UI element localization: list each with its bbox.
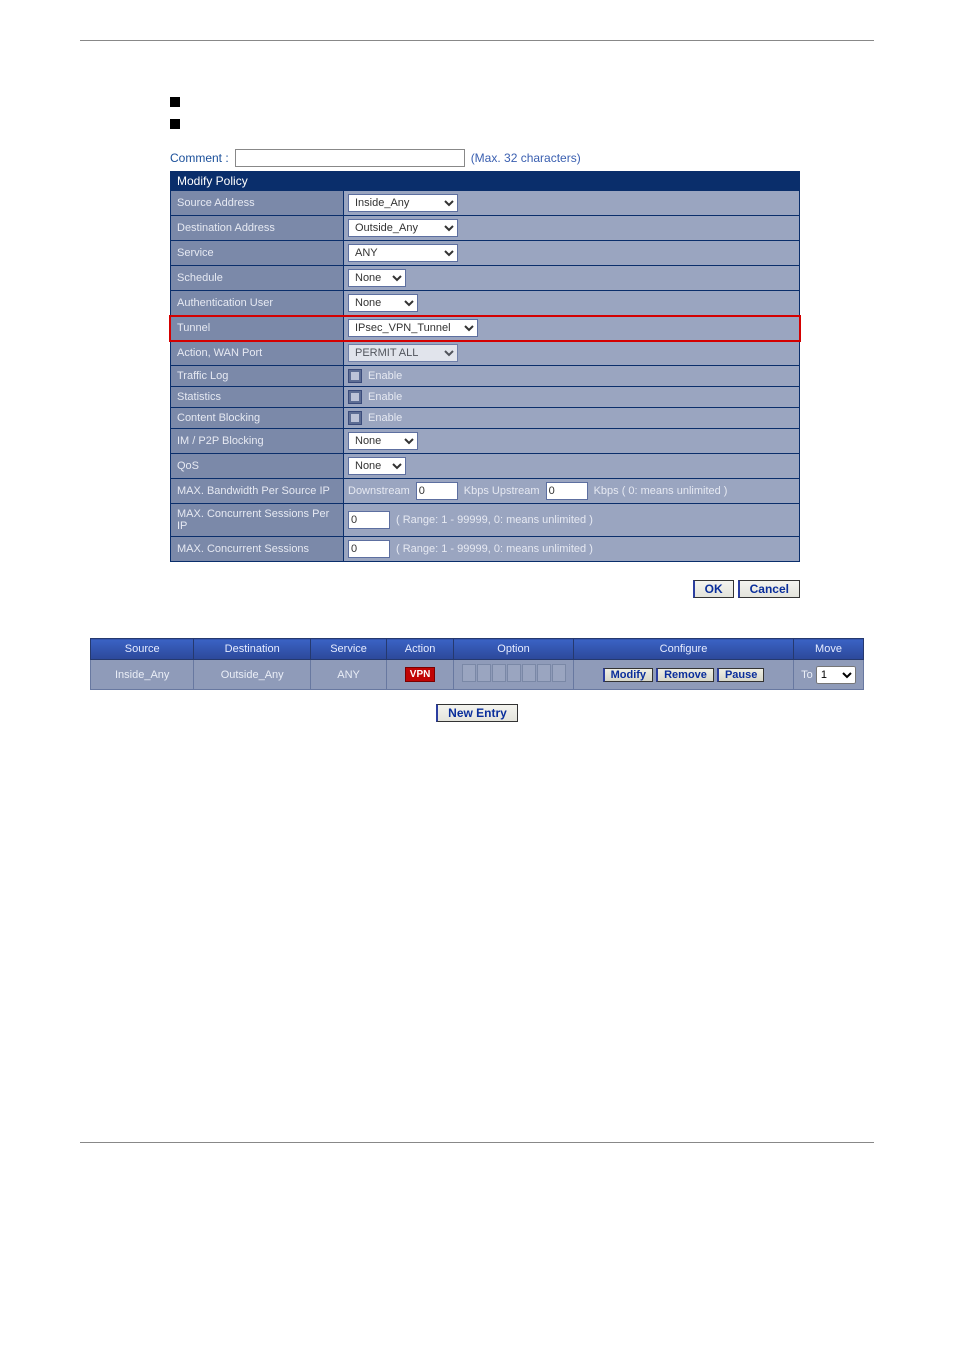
input-max-sessions[interactable]	[348, 540, 390, 558]
th-option: Option	[454, 639, 574, 660]
label-dest-address: Destination Address	[171, 216, 344, 240]
input-max-sessions-ip[interactable]	[348, 511, 390, 529]
cell-configure: Modify Remove Pause	[574, 660, 794, 690]
th-move: Move	[794, 639, 864, 660]
row-dest-address: Destination Address Outside_Any	[170, 216, 800, 241]
th-action: Action	[387, 639, 454, 660]
section-title: Modify Policy	[170, 171, 800, 191]
select-action-wan: PERMIT ALL	[348, 344, 458, 362]
text-enable: Enable	[368, 370, 402, 382]
row-service: Service ANY	[170, 241, 800, 266]
policy-table: Source Destination Service Action Option…	[90, 638, 864, 690]
policy-form: Comment : (Max. 32 characters) Modify Po…	[170, 145, 800, 562]
vpn-badge-icon: VPN	[405, 667, 436, 682]
th-configure: Configure	[574, 639, 794, 660]
row-statistics: Statistics Enable	[170, 387, 800, 408]
input-downstream[interactable]	[416, 482, 458, 500]
label-max-sessions-ip: MAX. Concurrent Sessions Per IP	[171, 504, 344, 536]
modify-button[interactable]: Modify	[603, 668, 653, 682]
comment-label: Comment :	[170, 151, 229, 165]
cell-option	[454, 660, 574, 690]
label-content-blocking: Content Blocking	[171, 408, 344, 428]
comment-input[interactable]	[235, 149, 465, 167]
cell-service: ANY	[310, 660, 386, 690]
hint-sessions: ( Range: 1 - 99999, 0: means unlimited )	[396, 543, 593, 555]
label-qos: QoS	[171, 454, 344, 478]
row-traffic-log: Traffic Log Enable	[170, 366, 800, 387]
comment-max-hint: (Max. 32 characters)	[471, 151, 581, 165]
remove-button[interactable]: Remove	[656, 668, 714, 682]
bullet-list	[170, 91, 874, 135]
select-tunnel[interactable]: IPsec_VPN_Tunnel	[348, 319, 478, 337]
input-upstream[interactable]	[546, 482, 588, 500]
select-schedule[interactable]: None	[348, 269, 406, 287]
cell-move: To 1	[794, 660, 864, 690]
label-traffic-log: Traffic Log	[171, 366, 344, 386]
row-content-blocking: Content Blocking Enable	[170, 408, 800, 429]
hint-sessions: ( Range: 1 - 99999, 0: means unlimited )	[396, 514, 593, 526]
hint-bandwidth: Kbps ( 0: means unlimited )	[594, 485, 728, 497]
select-qos[interactable]: None	[348, 457, 406, 475]
select-im-p2p[interactable]: None	[348, 432, 418, 450]
table-header-row: Source Destination Service Action Option…	[91, 639, 864, 660]
policy-table-wrap: Source Destination Service Action Option…	[90, 638, 864, 722]
bullet-item	[170, 113, 874, 135]
select-service[interactable]: ANY	[348, 244, 458, 262]
th-source: Source	[91, 639, 194, 660]
text-enable: Enable	[368, 391, 402, 403]
cell-destination: Outside_Any	[194, 660, 311, 690]
form-buttons: OK Cancel	[170, 580, 800, 598]
select-source-address[interactable]: Inside_Any	[348, 194, 458, 212]
label-upstream: Kbps Upstream	[464, 485, 540, 497]
row-qos: QoS None	[170, 454, 800, 479]
move-select[interactable]: 1	[816, 666, 856, 684]
row-schedule: Schedule None	[170, 266, 800, 291]
row-action-wan: Action, WAN Port PERMIT ALL	[170, 341, 800, 366]
table-row: Inside_Any Outside_Any ANY VPN Modify Re…	[91, 660, 864, 690]
label-max-sessions: MAX. Concurrent Sessions	[171, 537, 344, 561]
pause-button[interactable]: Pause	[717, 668, 764, 682]
comment-row: Comment : (Max. 32 characters)	[170, 145, 800, 171]
label-im-p2p: IM / P2P Blocking	[171, 429, 344, 453]
cell-source: Inside_Any	[91, 660, 194, 690]
ok-button[interactable]: OK	[693, 580, 734, 598]
cell-action: VPN	[387, 660, 454, 690]
label-source-address: Source Address	[171, 191, 344, 215]
header-divider	[80, 40, 874, 41]
text-enable: Enable	[368, 412, 402, 424]
select-dest-address[interactable]: Outside_Any	[348, 219, 458, 237]
square-bullet-icon	[170, 97, 180, 107]
row-im-p2p: IM / P2P Blocking None	[170, 429, 800, 454]
square-bullet-icon	[170, 119, 180, 129]
row-max-sessions-ip: MAX. Concurrent Sessions Per IP ( Range:…	[170, 504, 800, 537]
label-tunnel: Tunnel	[171, 316, 344, 340]
checkbox-traffic-log[interactable]	[348, 369, 362, 383]
th-destination: Destination	[194, 639, 311, 660]
label-max-bandwidth: MAX. Bandwidth Per Source IP	[171, 479, 344, 503]
row-max-bandwidth: MAX. Bandwidth Per Source IP Downstream …	[170, 479, 800, 504]
bullet-item	[170, 91, 874, 113]
move-to-label: To	[801, 669, 813, 681]
row-tunnel: Tunnel IPsec_VPN_Tunnel	[170, 316, 800, 341]
label-service: Service	[171, 241, 344, 265]
label-auth-user: Authentication User	[171, 291, 344, 315]
footer-divider	[80, 1142, 874, 1143]
label-statistics: Statistics	[171, 387, 344, 407]
checkbox-content-blocking[interactable]	[348, 411, 362, 425]
cancel-button[interactable]: Cancel	[738, 580, 800, 598]
row-source-address: Source Address Inside_Any	[170, 191, 800, 216]
label-schedule: Schedule	[171, 266, 344, 290]
th-service: Service	[310, 639, 386, 660]
checkbox-statistics[interactable]	[348, 390, 362, 404]
row-auth-user: Authentication User None	[170, 291, 800, 316]
label-downstream: Downstream	[348, 485, 410, 497]
option-slots	[462, 664, 566, 682]
row-max-sessions: MAX. Concurrent Sessions ( Range: 1 - 99…	[170, 537, 800, 562]
new-entry-row: New Entry	[90, 704, 864, 722]
new-entry-button[interactable]: New Entry	[436, 704, 518, 722]
select-auth-user[interactable]: None	[348, 294, 418, 312]
label-action-wan: Action, WAN Port	[171, 341, 344, 365]
